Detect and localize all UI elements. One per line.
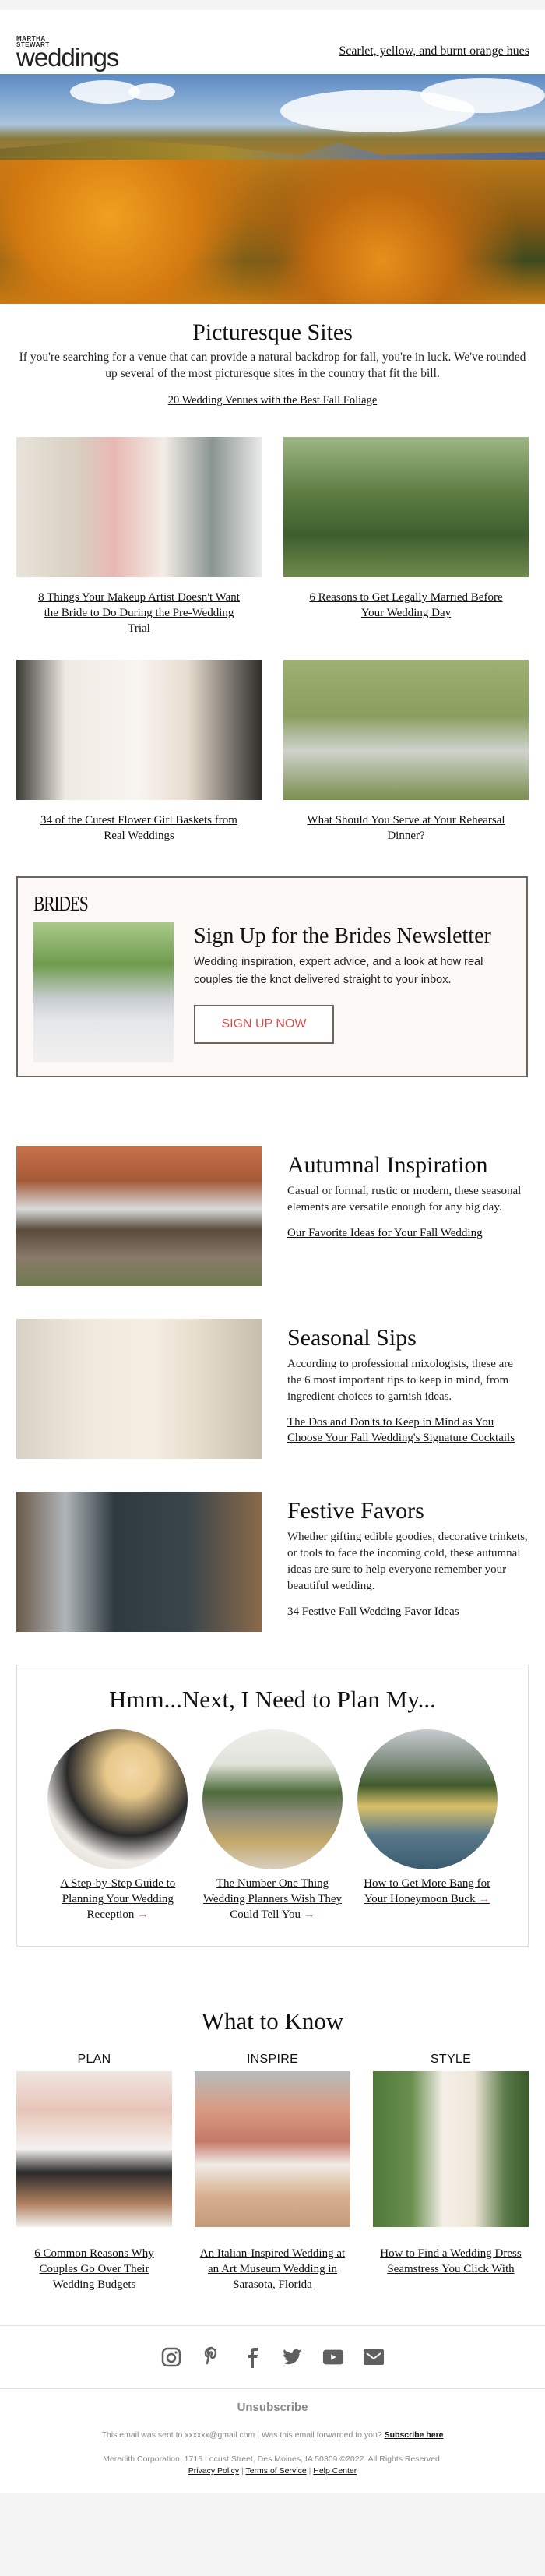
plan-item-image[interactable] <box>202 1729 343 1869</box>
what-to-know-item: PLAN 6 Common Reasons Why Couples Go Ove… <box>16 2053 172 2292</box>
hero-image[interactable] <box>0 74 545 304</box>
facebook-icon[interactable] <box>241 2346 263 2368</box>
what-to-know-item: INSPIRE An Italian-Inspired Wedding at a… <box>195 2053 350 2292</box>
category-label: INSPIRE <box>246 2053 299 2066</box>
feature-link[interactable]: 34 Festive Fall Wedding Favor Ideas <box>287 1604 529 1619</box>
social-links <box>0 2325 545 2389</box>
article-image[interactable] <box>16 437 262 577</box>
article-title-link[interactable]: What Should You Serve at Your Rehearsal … <box>299 812 513 844</box>
brides-logo: BRIDES <box>33 892 89 915</box>
what-to-know-section: What to Know PLAN 6 Common Reasons Why C… <box>0 1947 545 2292</box>
what-to-know-link[interactable]: An Italian-Inspired Wedding at an Art Mu… <box>195 2246 350 2292</box>
plan-item-link[interactable]: How to Get More Bang for Your Honeymoon … <box>357 1876 498 1907</box>
help-center-link[interactable]: Help Center <box>313 2466 357 2476</box>
terms-of-service-link[interactable]: Terms of Service <box>245 2466 306 2476</box>
feature-title: Autumnal Inspiration <box>287 1152 488 1178</box>
sent-to-line: This email was sent to xxxxxx@gmail.com … <box>0 2430 545 2440</box>
brides-newsletter-promo: BRIDES Sign Up for the Brides Newsletter… <box>16 876 528 1077</box>
feature-link[interactable]: Our Favorite Ideas for Your Fall Wedding <box>287 1225 529 1241</box>
separator: | <box>241 2466 244 2476</box>
separator: | <box>308 2466 311 2476</box>
plan-my-section: Hmm...Next, I Need to Plan My... A Step-… <box>16 1665 529 1947</box>
article-card: 34 of the Cutest Flower Girl Baskets fro… <box>16 660 262 844</box>
arrow-right-icon: → <box>137 1908 149 1921</box>
brides-promo-image <box>33 922 174 1062</box>
plan-item-image[interactable] <box>357 1729 498 1869</box>
article-image[interactable] <box>283 437 529 577</box>
feature-body: Whether gifting edible goodies, decorati… <box>287 1531 528 1592</box>
intro-title: Picturesque Sites <box>192 319 353 345</box>
subscribe-here-link[interactable]: Subscribe here <box>385 2430 444 2440</box>
feature-image[interactable] <box>16 1146 262 1286</box>
plan-section-title: Hmm...Next, I Need to Plan My... <box>109 1686 436 1713</box>
what-to-know-title: What to Know <box>201 2007 344 2035</box>
intro-link[interactable]: 20 Wedding Venues with the Best Fall Fol… <box>168 394 378 407</box>
what-to-know-image[interactable] <box>195 2071 350 2227</box>
pinterest-icon[interactable] <box>201 2346 223 2368</box>
article-card: 8 Things Your Makeup Artist Doesn't Want… <box>16 437 262 636</box>
article-card: 6 Reasons to Get Legally Married Before … <box>283 437 529 636</box>
arrow-right-icon: → <box>303 1908 315 1921</box>
email-footer: Unsubscribe This email was sent to xxxxx… <box>0 2389 545 2493</box>
plan-item: How to Get More Bang for Your Honeymoon … <box>357 1729 498 1922</box>
header-tagline-link[interactable]: Scarlet, yellow, and burnt orange hues <box>339 44 529 58</box>
feature-row: Festive Favors Whether gifting edible go… <box>0 1492 545 1632</box>
plan-item-link[interactable]: A Step-by-Step Guide to Planning Your We… <box>47 1876 188 1922</box>
intro-body: If you're searching for a venue that can… <box>19 351 526 380</box>
email-page: MARTHA STEWART weddings Scarlet, yellow,… <box>0 10 545 2502</box>
article-title-link[interactable]: 34 of the Cutest Flower Girl Baskets fro… <box>32 812 246 844</box>
feature-link[interactable]: The Dos and Don'ts to Keep in Mind as Yo… <box>287 1415 529 1446</box>
unsubscribe-link[interactable]: Unsubscribe <box>237 2401 308 2414</box>
plan-item-link[interactable]: The Number One Thing Wedding Planners Wi… <box>202 1876 343 1922</box>
intro-section: Picturesque Sites If you're searching fo… <box>0 304 545 407</box>
feature-title: Festive Favors <box>287 1498 424 1524</box>
article-grid: 8 Things Your Makeup Artist Doesn't Want… <box>0 407 545 867</box>
arrow-right-icon: → <box>478 1893 490 1905</box>
plan-item-image[interactable] <box>47 1729 188 1869</box>
legal-line: Meredith Corporation, 1716 Locust Street… <box>0 2454 545 2477</box>
what-to-know-link[interactable]: How to Find a Wedding Dress Seamstress Y… <box>373 2246 529 2277</box>
category-label: PLAN <box>77 2053 111 2066</box>
article-image[interactable] <box>16 660 262 800</box>
feature-body: According to professional mixologists, t… <box>287 1358 513 1403</box>
youtube-icon[interactable] <box>322 2346 344 2368</box>
sent-to-text: This email was sent to xxxxxx@gmail.com … <box>101 2430 382 2440</box>
brides-promo-title: Sign Up for the Brides Newsletter <box>194 924 491 948</box>
twitter-icon[interactable] <box>282 2346 304 2368</box>
feature-list: Autumnal Inspiration Casual or formal, r… <box>0 1077 545 1632</box>
article-title-link[interactable]: 8 Things Your Makeup Artist Doesn't Want… <box>32 590 246 636</box>
plan-item: The Number One Thing Wedding Planners Wi… <box>202 1729 343 1922</box>
feature-body: Casual or formal, rustic or modern, thes… <box>287 1185 522 1214</box>
article-title-link[interactable]: 6 Reasons to Get Legally Married Before … <box>299 590 513 621</box>
sign-up-now-button[interactable]: SIGN UP NOW <box>194 1005 334 1044</box>
address-text: Meredith Corporation, 1716 Locust Street… <box>103 2454 442 2464</box>
category-label: STYLE <box>430 2053 472 2066</box>
what-to-know-item: STYLE How to Find a Wedding Dress Seamst… <box>373 2053 529 2292</box>
instagram-icon[interactable] <box>160 2346 182 2368</box>
what-to-know-image[interactable] <box>16 2071 172 2227</box>
email-icon[interactable] <box>363 2346 385 2368</box>
article-card: What Should You Serve at Your Rehearsal … <box>283 660 529 844</box>
what-to-know-link[interactable]: 6 Common Reasons Why Couples Go Over The… <box>16 2246 172 2292</box>
logo-line-weddings: weddings <box>16 43 119 72</box>
feature-title: Seasonal Sips <box>287 1325 417 1351</box>
brides-promo-body: Wedding inspiration, expert advice, and … <box>194 956 483 986</box>
feature-row: Seasonal Sips According to professional … <box>0 1319 545 1459</box>
bottom-margin <box>0 2493 545 2502</box>
feature-row: Autumnal Inspiration Casual or formal, r… <box>0 1146 545 1286</box>
what-to-know-image[interactable] <box>373 2071 529 2227</box>
privacy-policy-link[interactable]: Privacy Policy <box>188 2466 239 2476</box>
plan-item: A Step-by-Step Guide to Planning Your We… <box>47 1729 188 1922</box>
article-image[interactable] <box>283 660 529 800</box>
feature-image[interactable] <box>16 1319 262 1459</box>
email-header: MARTHA STEWART weddings Scarlet, yellow,… <box>0 10 545 74</box>
martha-stewart-weddings-logo[interactable]: MARTHA STEWART weddings <box>16 36 119 72</box>
feature-image[interactable] <box>16 1492 262 1632</box>
